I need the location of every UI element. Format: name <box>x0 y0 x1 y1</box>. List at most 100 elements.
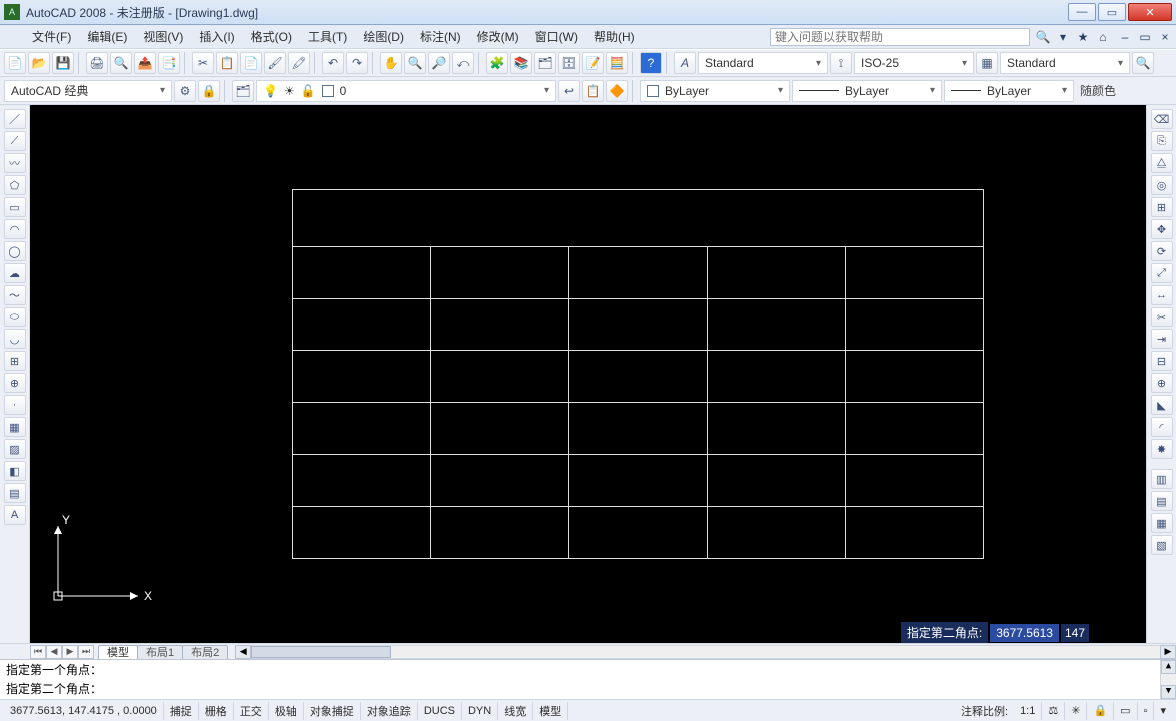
pan-icon[interactable]: ✋ <box>380 52 402 74</box>
search-icon[interactable]: 🔍 <box>1034 28 1052 46</box>
rectangle-icon[interactable]: ▭ <box>4 197 26 217</box>
tab-next-button[interactable]: ▶ <box>62 645 78 659</box>
color-combo[interactable]: ByLayer▾ <box>640 80 790 102</box>
region-icon[interactable]: ◧ <box>4 461 26 481</box>
move-icon[interactable]: ✥ <box>1151 219 1173 239</box>
status-dyn[interactable]: DYN <box>462 702 498 720</box>
sheet-set-icon[interactable]: 📑 <box>158 52 180 74</box>
cut-icon[interactable]: ✂ <box>192 52 214 74</box>
rotate-icon[interactable]: ⟳ <box>1151 241 1173 261</box>
palette2-icon[interactable]: ▤ <box>1151 491 1173 511</box>
drawing-area[interactable]: X Y 指定第二角点: 3677.5613 147 <box>30 105 1146 643</box>
menu-insert[interactable]: 插入(I) <box>191 26 242 47</box>
undo-icon[interactable]: ↶ <box>322 52 344 74</box>
status-lock-icon[interactable]: 🔒 <box>1087 702 1114 720</box>
status-ducs[interactable]: DUCS <box>418 702 462 720</box>
tablestyle-combo[interactable]: Standard▾ <box>1000 52 1130 74</box>
design-center-icon[interactable]: 📚 <box>510 52 532 74</box>
menu-format[interactable]: 格式(O) <box>243 26 300 47</box>
arc-icon[interactable]: ◠ <box>4 219 26 239</box>
tab-layout2[interactable]: 布局2 <box>182 645 228 659</box>
properties-icon[interactable]: 🧩 <box>486 52 508 74</box>
zoom-window-icon[interactable]: 🔎 <box>428 52 450 74</box>
dropdown-icon[interactable]: ▾ <box>1054 28 1072 46</box>
status-max-icon[interactable]: ▭ <box>1114 702 1137 720</box>
chamfer-icon[interactable]: ◣ <box>1151 395 1173 415</box>
calculator-icon[interactable]: 🧮 <box>606 52 628 74</box>
status-otrack[interactable]: 对象追踪 <box>361 702 418 720</box>
hscroll-left-button[interactable]: ◀ <box>235 645 251 659</box>
make-block-icon[interactable]: ⊕ <box>4 373 26 393</box>
mdi-restore-button[interactable]: ▭ <box>1136 28 1154 46</box>
explode-icon[interactable]: ✸ <box>1151 439 1173 459</box>
hscroll-thumb[interactable] <box>251 646 391 658</box>
menu-draw[interactable]: 绘图(D) <box>355 26 412 47</box>
line-icon[interactable]: ／ <box>4 109 26 129</box>
brush-icon[interactable]: 🖍 <box>288 52 310 74</box>
publish-icon[interactable]: 📤 <box>134 52 156 74</box>
menu-modify[interactable]: 修改(M) <box>469 26 527 47</box>
palette1-icon[interactable]: ▥ <box>1151 469 1173 489</box>
new-icon[interactable]: 📄 <box>4 52 26 74</box>
status-clean-icon[interactable]: ▫ <box>1138 702 1155 720</box>
textstyle-icon[interactable]: A <box>674 52 696 74</box>
open-icon[interactable]: 📂 <box>28 52 50 74</box>
tab-layout1[interactable]: 布局1 <box>137 645 183 659</box>
spline-icon[interactable]: 〜 <box>4 285 26 305</box>
menu-window[interactable]: 窗口(W) <box>527 26 586 47</box>
table-icon[interactable]: ▤ <box>4 483 26 503</box>
stretch-icon[interactable]: ↔ <box>1151 285 1173 305</box>
zoom-previous-icon[interactable]: ⤺ <box>452 52 474 74</box>
tab-first-button[interactable]: ⏮ <box>30 645 46 659</box>
palette3-icon[interactable]: ▦ <box>1151 513 1173 533</box>
mdi-minimize-button[interactable]: – <box>1116 28 1134 46</box>
mtext-icon[interactable]: A <box>4 505 26 525</box>
zoom-realtime-icon[interactable]: 🔍 <box>404 52 426 74</box>
fillet-icon[interactable]: ◜ <box>1151 417 1173 437</box>
vscroll-down-button[interactable]: ▼ <box>1161 685 1176 699</box>
dimstyle-icon[interactable]: ⟟ <box>830 52 852 74</box>
options-icon[interactable]: 🔍 <box>1132 52 1154 74</box>
status-polar[interactable]: 极轴 <box>269 702 304 720</box>
copy-icon[interactable]: 📋 <box>216 52 238 74</box>
point-icon[interactable]: · <box>4 395 26 415</box>
qat-icon[interactable] <box>2 28 20 46</box>
sheet-icon[interactable]: 🗄 <box>558 52 580 74</box>
tab-prev-button[interactable]: ◀ <box>46 645 62 659</box>
tab-model[interactable]: 模型 <box>98 645 138 659</box>
layer-isolate-icon[interactable]: 🔶 <box>606 80 628 102</box>
save-icon[interactable]: 💾 <box>52 52 74 74</box>
print-icon[interactable]: 🖨 <box>86 52 108 74</box>
plot-preview-icon[interactable]: 🔍 <box>110 52 132 74</box>
annotation-scale-value[interactable]: 1:1 <box>1014 702 1042 720</box>
layer-previous-icon[interactable]: ↩ <box>558 80 580 102</box>
tablestyle-icon[interactable]: ▦ <box>976 52 998 74</box>
menu-file[interactable]: 文件(F) <box>24 26 79 47</box>
status-tray-icon[interactable]: ▾ <box>1154 702 1172 720</box>
menu-view[interactable]: 视图(V) <box>135 26 191 47</box>
trim-icon[interactable]: ✂ <box>1151 307 1173 327</box>
join-icon[interactable]: ⊕ <box>1151 373 1173 393</box>
menu-tools[interactable]: 工具(T) <box>300 26 355 47</box>
gradient-icon[interactable]: ▨ <box>4 439 26 459</box>
extend-icon[interactable]: ⇥ <box>1151 329 1173 349</box>
markup-icon[interactable]: 📝 <box>582 52 604 74</box>
status-osnap[interactable]: 对象捕捉 <box>304 702 361 720</box>
dynamic-input-value[interactable]: 3677.5613 <box>990 624 1059 642</box>
dimstyle-combo[interactable]: ISO-25▾ <box>854 52 974 74</box>
workspace-combo[interactable]: AutoCAD 经典▾ <box>4 80 172 102</box>
status-grid[interactable]: 栅格 <box>199 702 234 720</box>
close-button[interactable]: ✕ <box>1128 3 1172 21</box>
anno-autoscale-icon[interactable]: ✳ <box>1065 702 1087 720</box>
insert-block-icon[interactable]: ⊞ <box>4 351 26 371</box>
polygon-icon[interactable]: ⬠ <box>4 175 26 195</box>
mdi-close-button[interactable]: × <box>1156 28 1174 46</box>
lineweight-combo[interactable]: ByLayer▾ <box>944 80 1074 102</box>
minimize-button[interactable]: — <box>1068 3 1096 21</box>
home-icon[interactable]: ⌂ <box>1094 28 1112 46</box>
layer-manager-icon[interactable]: 🗂 <box>232 80 254 102</box>
ellipse-icon[interactable]: ⬭ <box>4 307 26 327</box>
tab-last-button[interactable]: ⏭ <box>78 645 94 659</box>
redo-icon[interactable]: ↷ <box>346 52 368 74</box>
copy2-icon[interactable]: ⎘ <box>1151 131 1173 151</box>
